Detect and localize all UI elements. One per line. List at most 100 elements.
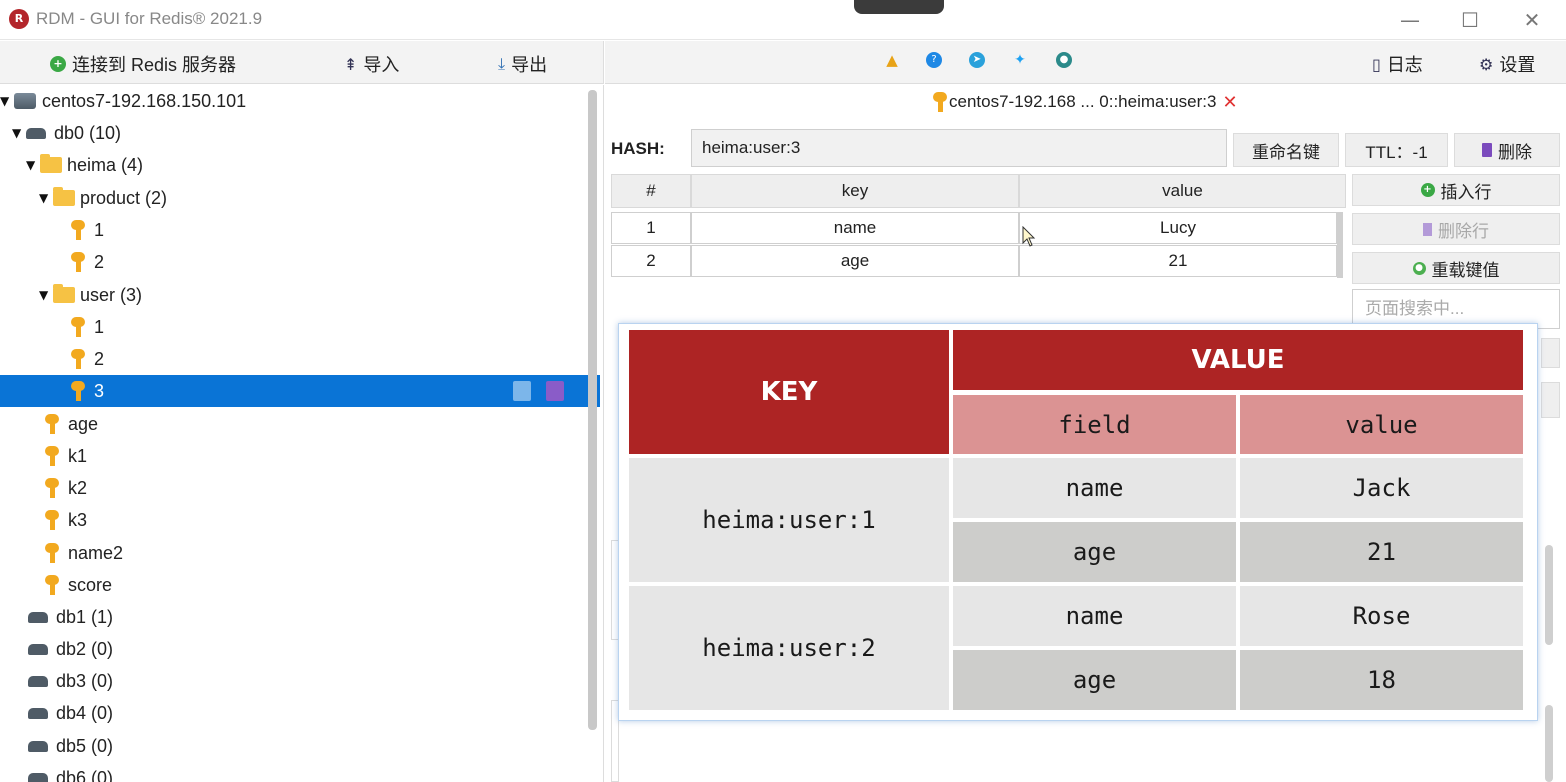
folder-label: product (2) bbox=[80, 187, 168, 208]
export-icon: ⤓ bbox=[498, 54, 506, 73]
grid-header-index[interactable]: # bbox=[611, 174, 691, 208]
key-icon bbox=[68, 219, 90, 241]
import-label: 导入 bbox=[363, 55, 400, 75]
tree-db[interactable]: db2 (0) bbox=[0, 633, 600, 665]
key-icon bbox=[68, 316, 90, 338]
delete-key-button[interactable]: 删除 bbox=[1454, 133, 1560, 167]
maximize-button[interactable]: ☐ bbox=[1455, 6, 1485, 34]
minimize-button[interactable]: — bbox=[1395, 6, 1425, 34]
key-label: 2 bbox=[94, 348, 105, 369]
db-label: db6 (0) bbox=[56, 767, 114, 782]
overlay-field-header: field bbox=[953, 395, 1236, 454]
key-label: name2 bbox=[68, 542, 124, 563]
tree-db[interactable]: db6 (0) bbox=[0, 762, 600, 782]
tree-key[interactable]: 1 bbox=[0, 311, 600, 343]
plus-circle-icon: + bbox=[50, 56, 66, 72]
tree-key[interactable]: k2 bbox=[0, 472, 600, 504]
db-label: db2 (0) bbox=[56, 638, 114, 659]
database-icon bbox=[28, 643, 48, 655]
editor-scrollbar[interactable] bbox=[1545, 705, 1553, 782]
log-button[interactable]: ▯ 日志 bbox=[1372, 51, 1423, 77]
copy-icon[interactable] bbox=[513, 381, 531, 401]
tree-db0[interactable]: ▼ db0 (10) bbox=[0, 117, 600, 149]
tree-key[interactable]: k3 bbox=[0, 504, 600, 536]
tree-db[interactable]: db5 (0) bbox=[0, 730, 600, 762]
telegram-icon[interactable]: ➤ bbox=[969, 52, 985, 68]
expanded-arrow-icon[interactable]: ▼ bbox=[39, 288, 53, 302]
delete-row-button[interactable]: 删除行 bbox=[1352, 213, 1560, 245]
key-icon bbox=[42, 445, 64, 467]
key-icon bbox=[42, 509, 64, 531]
tree-key[interactable]: 1 bbox=[0, 214, 600, 246]
expanded-arrow-icon[interactable]: ▼ bbox=[12, 126, 26, 140]
key-label: 1 bbox=[94, 219, 105, 240]
expanded-arrow-icon[interactable]: ▼ bbox=[0, 94, 14, 108]
key-tab[interactable]: centos7-192.168 ... 0::heima:user:3 ✕ bbox=[930, 91, 1238, 113]
grid-cell-index[interactable]: 1 bbox=[611, 212, 691, 244]
key-icon bbox=[42, 574, 64, 596]
export-label: 导出 bbox=[511, 55, 548, 75]
grid-cell-key[interactable]: age bbox=[691, 245, 1019, 277]
tree-folder-heima[interactable]: ▼ heima (4) bbox=[0, 149, 600, 181]
expanded-arrow-icon[interactable]: ▼ bbox=[39, 191, 53, 205]
tree-server[interactable]: ▼ centos7-192.168.150.101 bbox=[0, 85, 600, 117]
tree-db[interactable]: db1 (1) bbox=[0, 601, 600, 633]
folder-label: user (3) bbox=[80, 284, 143, 305]
title-bar: R RDM - GUI for Redis® 2021.9 — ☐ ✕ bbox=[0, 0, 1566, 40]
tree-db[interactable]: db4 (0) bbox=[0, 697, 600, 729]
tree-key[interactable]: 2 bbox=[0, 246, 600, 278]
folder-icon bbox=[53, 187, 75, 206]
grid-cell-key[interactable]: name bbox=[691, 212, 1019, 244]
expanded-arrow-icon[interactable]: ▼ bbox=[26, 158, 40, 172]
overlay-field-cell: age bbox=[953, 650, 1236, 710]
connect-label: 连接到 Redis 服务器 bbox=[72, 55, 237, 75]
overlay-value-header: VALUE bbox=[953, 330, 1523, 390]
tree-key[interactable]: 2 bbox=[0, 343, 600, 375]
import-button[interactable]: ⇞ 导入 bbox=[344, 51, 399, 77]
github-icon[interactable]: ● bbox=[1056, 52, 1072, 68]
tree-scrollbar[interactable] bbox=[588, 90, 597, 730]
key-name-field[interactable]: heima:user:3 bbox=[691, 129, 1227, 167]
warning-icon[interactable]: ▲ bbox=[884, 52, 900, 68]
export-button[interactable]: ⤓ 导出 bbox=[498, 51, 547, 77]
grid-cell-value[interactable]: Lucy bbox=[1019, 212, 1337, 244]
grid-header-key[interactable]: key bbox=[691, 174, 1019, 208]
window-title: RDM - GUI for Redis® 2021.9 bbox=[36, 9, 263, 28]
import-icon: ⇞ bbox=[344, 54, 358, 74]
tree-key[interactable]: age bbox=[0, 408, 600, 440]
overlay-field-cell: name bbox=[953, 458, 1236, 518]
tree-key[interactable]: score bbox=[0, 569, 600, 601]
tree-key[interactable]: k1 bbox=[0, 440, 600, 472]
trash-icon[interactable] bbox=[546, 381, 564, 401]
tree-folder-product[interactable]: ▼ product (2) bbox=[0, 182, 600, 214]
folder-label: heima (4) bbox=[67, 154, 144, 175]
grid-scrollbar[interactable] bbox=[1337, 212, 1343, 278]
close-button[interactable]: ✕ bbox=[1517, 6, 1547, 34]
insert-row-button[interactable]: + 插入行 bbox=[1352, 174, 1560, 206]
db-label: db0 (10) bbox=[54, 122, 122, 143]
grid-header-value[interactable]: value bbox=[1019, 174, 1346, 208]
reload-value-button[interactable]: ● 重载键值 bbox=[1352, 252, 1560, 284]
tree-db[interactable]: db3 (0) bbox=[0, 665, 600, 697]
insert-row-label: 插入行 bbox=[1440, 182, 1492, 202]
key-label: 3 bbox=[94, 380, 105, 401]
grid-cell-index[interactable]: 2 bbox=[611, 245, 691, 277]
tree-key-selected[interactable]: 3 bbox=[0, 375, 600, 407]
editor-scrollbar[interactable] bbox=[1545, 545, 1553, 645]
folder-icon bbox=[40, 154, 62, 173]
rename-key-button[interactable]: 重命名键 bbox=[1233, 133, 1339, 167]
tree-folder-user[interactable]: ▼ user (3) bbox=[0, 279, 600, 311]
settings-button[interactable]: ⚙ 设置 bbox=[1479, 51, 1535, 77]
overlay-value-cell: 18 bbox=[1240, 650, 1523, 710]
key-label: score bbox=[68, 574, 113, 595]
trash-icon bbox=[1482, 143, 1492, 157]
twitter-icon[interactable]: ✦ bbox=[1012, 52, 1028, 68]
tree-key[interactable]: name2 bbox=[0, 537, 600, 569]
connect-button[interactable]: + 连接到 Redis 服务器 bbox=[50, 51, 236, 77]
grid-cell-value[interactable]: 21 bbox=[1019, 245, 1337, 277]
help-icon[interactable]: ? bbox=[926, 52, 942, 68]
ttl-button[interactable]: TTL：-1 bbox=[1345, 133, 1448, 167]
database-icon bbox=[26, 127, 46, 139]
close-tab-icon[interactable]: ✕ bbox=[1222, 92, 1237, 113]
key-label: k3 bbox=[68, 509, 88, 530]
